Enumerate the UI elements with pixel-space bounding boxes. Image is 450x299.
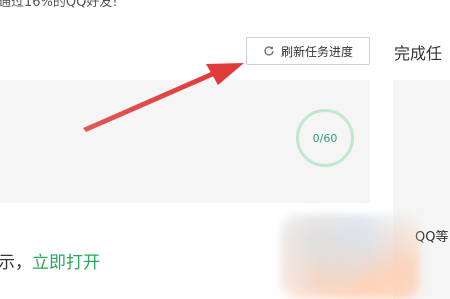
task-progress-circle: 0/60 bbox=[296, 109, 354, 167]
refresh-progress-button[interactable]: 刷新任务进度 bbox=[246, 37, 370, 65]
bottom-message-prefix: 示， bbox=[0, 253, 32, 273]
task-progress-text: 0/60 bbox=[312, 131, 338, 145]
right-panel-heading: 完成任 bbox=[394, 44, 443, 63]
blurred-avatars-region bbox=[280, 214, 420, 299]
top-banner-text: 通过16%的QQ好友! bbox=[0, 0, 118, 10]
bottom-message: 示，立即打开 bbox=[0, 248, 100, 273]
card-divider-strip bbox=[0, 189, 370, 203]
refresh-icon bbox=[263, 45, 275, 57]
open-now-link[interactable]: 立即打开 bbox=[32, 253, 100, 273]
refresh-progress-label: 刷新任务进度 bbox=[280, 44, 353, 59]
right-side-text: QQ等 bbox=[415, 230, 449, 245]
page: 通过16%的QQ好友! 刷新任务进度 完成任 0/60 示，立即打开 QQ等 bbox=[0, 0, 450, 299]
